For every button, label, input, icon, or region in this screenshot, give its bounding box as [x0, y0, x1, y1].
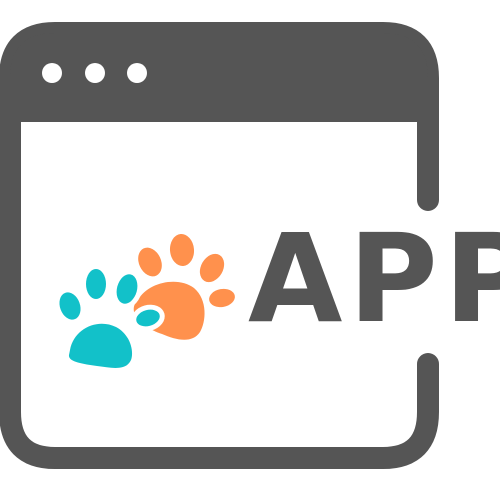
window-dot-2: [85, 63, 105, 83]
paw-orange-toe-2: [169, 234, 195, 266]
window-dot-3: [127, 63, 147, 83]
paw-orange-toe-4: [209, 288, 235, 308]
window-title-bar: [10, 33, 428, 122]
app-icon: APP: [0, 0, 500, 500]
window-dot-1: [42, 63, 62, 83]
paw-teal-toe-2: [86, 269, 106, 299]
paw-orange-toe-3: [199, 253, 225, 283]
app-label: APP: [248, 214, 500, 344]
